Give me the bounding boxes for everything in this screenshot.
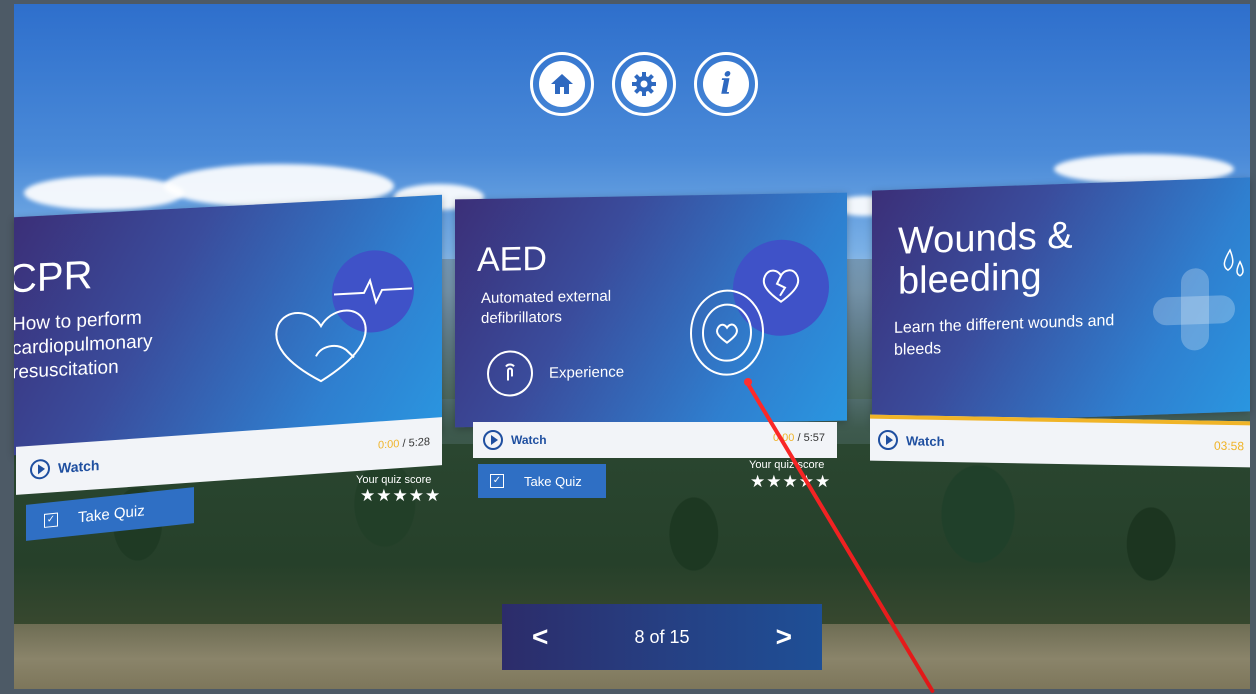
info-button[interactable]: i [694,52,758,116]
home-icon [539,61,585,107]
card-cpr[interactable]: CPR How to perform cardiopulmonary resus… [14,194,442,456]
quiz-stars: ★★★★★ [360,486,442,505]
card-subtitle: Automated external defibrillators [481,287,612,327]
take-quiz-button-aed[interactable]: ✓ Take Quiz [478,464,606,498]
quiz-stars: ★★★★★ [750,472,832,491]
checkbox-icon: ✓ [490,474,504,488]
gear-icon [621,61,667,107]
quiz-score-label: Your quiz score [356,474,432,486]
card-subtitle: Learn the different wounds and bleeds [894,312,1115,359]
play-icon [878,429,898,451]
video-time: 0:00 / 5:28 [377,435,430,452]
pointer-dot [744,378,752,386]
next-page-button[interactable]: > [776,621,792,653]
experience-icon[interactable] [487,350,533,397]
play-icon [30,458,50,480]
bandage-icon [1153,248,1244,351]
watch-label: Watch [906,432,945,449]
quiz-label: Take Quiz [524,473,582,489]
card-title: CPR [14,253,93,302]
pagination-bar: < 8 of 15 > [502,604,822,670]
home-button[interactable] [530,52,594,116]
experience-label[interactable]: Experience [549,363,624,381]
watch-label: Watch [58,457,100,476]
defibrillator-icon [690,289,764,376]
settings-button[interactable] [612,52,676,116]
play-icon [483,430,503,450]
info-icon: i [703,61,749,107]
watch-bar-wounds[interactable]: Watch 03:58 [870,414,1250,468]
quiz-score-label: Your quiz score [749,459,825,471]
heart-hand-icon [275,309,367,383]
card-title: Wounds & bleeding [898,214,1073,303]
card-title: AED [477,239,547,280]
card-aed[interactable]: AED Automated external defibrillators Ex… [455,192,847,428]
page-indicator: 8 of 15 [634,626,690,647]
previous-page-button[interactable]: < [532,621,548,653]
card-subtitle: How to perform cardiopulmonary resuscita… [14,307,153,384]
card-wounds[interactable]: Wounds & bleeding Learn the different wo… [872,177,1250,425]
checkbox-icon: ✓ [44,512,58,528]
video-time: 03:58 [1213,438,1244,454]
watch-label: Watch [511,433,547,447]
quiz-label: Take Quiz [78,501,145,526]
